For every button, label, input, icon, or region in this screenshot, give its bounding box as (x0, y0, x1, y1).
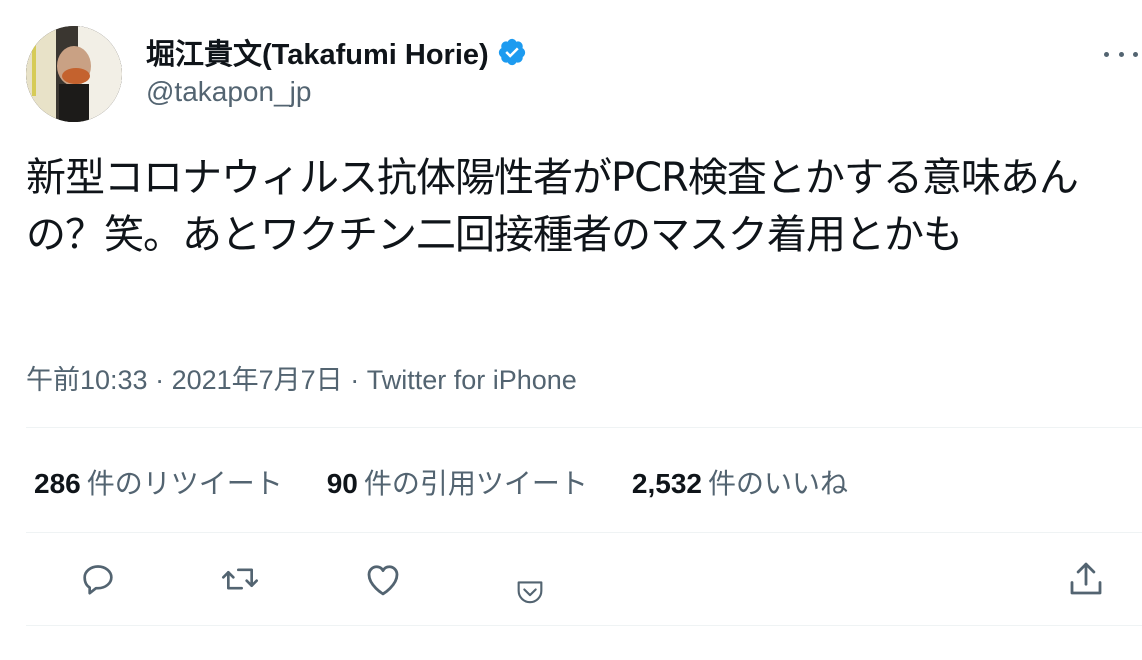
avatar-image (26, 26, 122, 122)
like-count-link[interactable]: 2,532 件のいいね (632, 462, 848, 502)
share-upload-icon (1070, 562, 1102, 595)
quote-count-label: 件の引用ツイート (363, 468, 588, 499)
tweet-author: 堀江貴文(Takafumi Horie) @takapon_jp (146, 32, 527, 108)
divider (26, 532, 1142, 533)
retweet-count-link[interactable]: 286 件のリツイート (34, 462, 283, 502)
speech-bubble-icon (83, 565, 113, 595)
like-button[interactable] (361, 557, 405, 601)
retweet-button[interactable] (218, 557, 262, 601)
author-display-name[interactable]: 堀江貴文(Takafumi Horie) (146, 31, 489, 73)
tweet-date[interactable]: 2021年7月7日 (172, 365, 343, 395)
dot-icon (1133, 51, 1138, 57)
like-count-label: 件のいいね (707, 468, 848, 499)
quote-count-link[interactable]: 90 件の引用ツイート (327, 462, 588, 502)
tweet-time[interactable]: 午前10:33 (26, 365, 148, 395)
divider (26, 427, 1142, 428)
engagement-stats: 286 件のリツイート 90 件の引用ツイート 2,532 件のいいね (34, 462, 892, 502)
tweet-detail: 堀江貴文(Takafumi Horie) @takapon_jp 新型コロナウィ… (0, 0, 1142, 660)
like-count: 2,532 (631, 468, 702, 499)
tweet-source[interactable]: Twitter for iPhone (367, 365, 577, 395)
tweet-meta: 午前10:33 · 2021年7月7日 · Twitter for iPhone (26, 358, 577, 397)
dot-icon (1104, 51, 1109, 57)
action-bar (0, 555, 1142, 615)
pocket-icon (517, 581, 543, 604)
dot-icon (1118, 51, 1124, 57)
retweet-icon (222, 568, 258, 590)
tweet-text: 新型コロナウィルス抗体陽性者がPCR検査とかする意味あんの？笑。あとワクチン二回… (26, 155, 1079, 258)
meta-separator: · (342, 365, 367, 395)
divider (26, 625, 1142, 626)
reply-button[interactable] (76, 557, 120, 601)
retweet-count-label: 件のリツイート (86, 468, 283, 499)
retweet-count: 286 (34, 468, 81, 499)
avatar[interactable] (26, 26, 122, 122)
quote-count: 90 (326, 468, 358, 499)
share-button[interactable] (1064, 557, 1108, 601)
author-handle[interactable]: @takapon_jp (146, 76, 527, 108)
more-options-icon[interactable] (1104, 44, 1138, 64)
bookmark-button[interactable] (508, 571, 552, 615)
heart-icon (367, 565, 399, 596)
verified-badge-icon (497, 37, 527, 67)
meta-separator: · (147, 365, 172, 395)
